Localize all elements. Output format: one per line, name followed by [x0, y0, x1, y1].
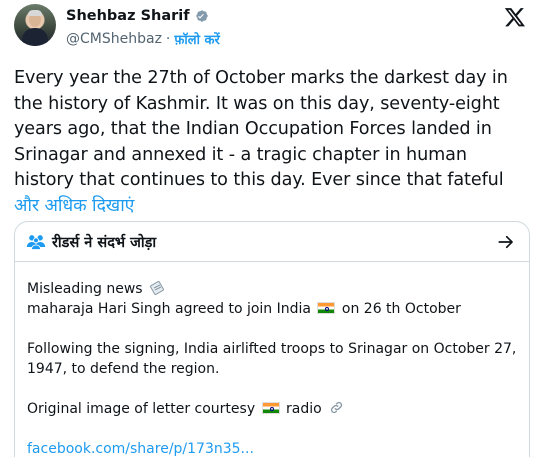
avatar[interactable] [14, 4, 56, 46]
source-link[interactable]: facebook.com/share/p/173n35... [27, 441, 254, 457]
newspaper-icon [150, 281, 164, 295]
author-name[interactable]: Shehbaz Sharif [66, 8, 190, 24]
source-text: Original image of letter courtesy [27, 401, 256, 417]
arrow-right-icon[interactable] [497, 233, 515, 251]
avatar-hair [28, 10, 42, 16]
tweet-body: Every year the 27th of October marks the… [14, 68, 508, 191]
source-radio: radio [286, 401, 322, 417]
community-note-title: रीडर्स ने संदर्भ जोड़ा [52, 234, 157, 251]
note-line-accession: maharaja Hari Singh agreed to join India… [27, 299, 517, 319]
note-line-source: Original image of letter courtesy radio [27, 399, 517, 419]
show-more-link[interactable]: और अधिक दिखाएं [14, 196, 134, 216]
accession-text: maharaja Hari Singh agreed to join India [27, 301, 311, 317]
separator-dot: · [165, 31, 171, 47]
handle-row: @CMShehbaz · फ़ॉलो करें [66, 30, 220, 48]
community-note-body: Misleading news maharaja Hari Singh agre… [15, 262, 529, 457]
author-handle[interactable]: @CMShehbaz [66, 31, 162, 47]
verified-badge-icon [195, 10, 208, 22]
tweet-text: Every year the 27th of October marks the… [14, 66, 526, 220]
india-flag-icon [261, 402, 280, 414]
people-icon [26, 234, 46, 250]
note-line-misleading: Misleading news [27, 279, 517, 299]
accession-date: on 26 th October [341, 301, 461, 317]
name-row: Shehbaz Sharif [66, 8, 210, 24]
link-icon [331, 401, 343, 414]
community-note-header[interactable]: रीडर्स ने संदर्भ जोड़ा [15, 222, 529, 262]
x-logo-icon[interactable] [504, 6, 526, 28]
misleading-label: Misleading news [27, 281, 143, 297]
community-note[interactable]: रीडर्स ने संदर्भ जोड़ा Misleading news m… [14, 221, 530, 457]
tweet-header: Shehbaz Sharif @CMShehbaz · फ़ॉलो करें [14, 4, 526, 52]
follow-button[interactable]: फ़ॉलो करें [174, 30, 219, 48]
note-link-row: facebook.com/share/p/173n35... [27, 439, 517, 457]
avatar-suit [22, 28, 48, 46]
india-flag-icon [317, 302, 336, 314]
note-paragraph-troops: Following the signing, India airlifted t… [27, 341, 517, 377]
